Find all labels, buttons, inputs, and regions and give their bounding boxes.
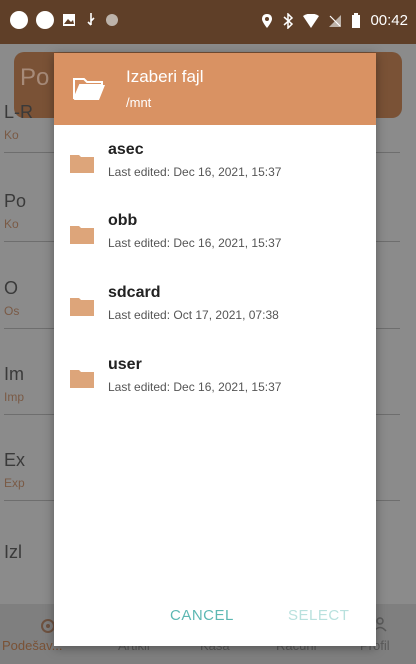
status-bar-right: 00:42 xyxy=(261,12,408,29)
settings-item-title: L-R xyxy=(4,102,34,122)
cancel-button[interactable]: CANCEL xyxy=(170,607,234,624)
status-bar: 00:42 xyxy=(0,0,416,44)
bluetooth-icon xyxy=(283,12,294,29)
settings-item-title: Izl xyxy=(4,542,22,562)
folder-date: Last edited: Dec 16, 2021, 15:37 xyxy=(108,236,282,250)
status-bar-left xyxy=(10,11,118,29)
wifi-icon xyxy=(303,13,320,28)
dialog-title: Izaberi fajl xyxy=(126,67,204,86)
image-icon xyxy=(63,14,75,26)
settings-item-subtitle: Ko xyxy=(4,217,19,231)
battery-icon xyxy=(352,12,361,28)
status-time: 00:42 xyxy=(370,12,408,29)
location-icon xyxy=(262,13,273,28)
folder-name: sdcard xyxy=(108,284,161,301)
current-path: /mnt xyxy=(126,95,152,110)
folder-item-obb[interactable]: obb Last edited: Dec 16, 2021, 15:37 xyxy=(54,204,376,264)
folder-date: Last edited: Oct 17, 2021, 07:38 xyxy=(108,308,279,322)
folder-date: Last edited: Dec 16, 2021, 15:37 xyxy=(108,380,282,394)
dialog-header: Izaberi fajl /mnt xyxy=(54,53,376,125)
folder-item-asec[interactable]: asec Last edited: Dec 16, 2021, 15:37 xyxy=(54,133,376,193)
settings-item-subtitle: Exp xyxy=(4,476,25,490)
folder-name: obb xyxy=(108,212,138,229)
no-signal-icon xyxy=(329,14,342,27)
folder-item-sdcard[interactable]: sdcard Last edited: Oct 17, 2021, 07:38 xyxy=(54,276,376,336)
settings-item-subtitle: Ko xyxy=(4,128,19,142)
folder-item-user[interactable]: user Last edited: Dec 16, 2021, 15:37 xyxy=(54,348,376,408)
sync-dot-icon xyxy=(106,14,118,26)
settings-item-title: Po xyxy=(4,191,27,211)
usb-icon xyxy=(87,13,95,26)
folder-icon xyxy=(70,370,94,388)
folder-date: Last edited: Dec 16, 2021, 15:37 xyxy=(108,165,282,179)
file-chooser-dialog: Izaberi fajl /mnt asec Last edited: Dec … xyxy=(54,53,376,646)
settings-item-subtitle: Os xyxy=(4,304,20,318)
settings-item-title: Im xyxy=(4,364,24,384)
settings-item-title: Ex xyxy=(4,450,26,470)
app-header-title: Po xyxy=(20,64,50,91)
folder-name: user xyxy=(108,356,142,373)
folder-icon xyxy=(70,226,94,244)
settings-item-title: O xyxy=(4,278,19,298)
folder-icon xyxy=(70,298,94,316)
notification-dot-icon xyxy=(36,11,54,29)
folder-name: asec xyxy=(108,141,144,158)
settings-item-subtitle: Imp xyxy=(4,390,25,404)
folder-open-icon xyxy=(73,78,105,100)
notification-dot-icon xyxy=(10,11,28,29)
select-button[interactable]: SELECT xyxy=(288,607,349,624)
folder-icon xyxy=(70,155,94,173)
